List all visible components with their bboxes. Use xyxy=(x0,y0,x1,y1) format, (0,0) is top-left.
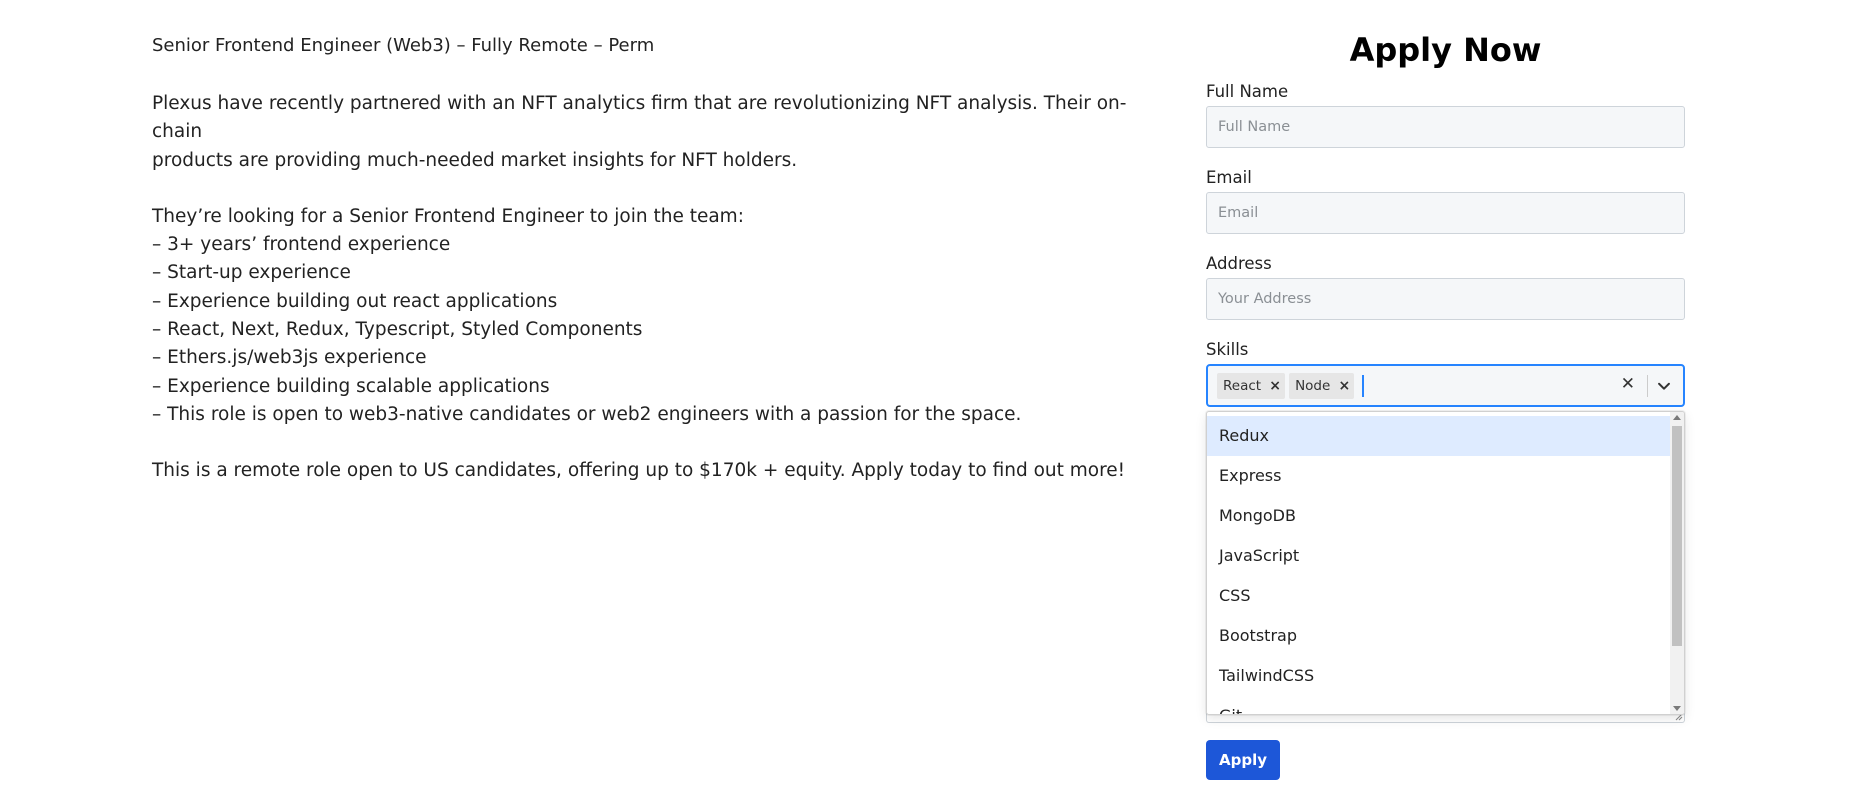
skill-chip-node: Node × xyxy=(1289,372,1355,399)
skills-select[interactable]: React × Node × ✕ xyxy=(1206,364,1685,407)
skill-option[interactable]: Express xyxy=(1207,456,1671,496)
form-title: Apply Now xyxy=(1349,31,1542,69)
skill-chip-label: Node xyxy=(1295,377,1331,394)
apply-button[interactable]: Apply xyxy=(1206,740,1280,780)
skill-chip-label: React xyxy=(1223,377,1262,394)
skill-chip-react: React × xyxy=(1217,372,1286,399)
skills-search-input[interactable] xyxy=(1362,374,1365,397)
skills-group: Skills React × Node × ✕ xyxy=(1206,340,1685,407)
full-name-label: Full Name xyxy=(1206,82,1289,101)
skill-option[interactable]: TailwindCSS xyxy=(1207,656,1671,696)
requirement-item: – React, Next, Redux, Typescript, Styled… xyxy=(152,319,643,341)
requirement-item: – Ethers.js/web3js experience xyxy=(152,347,427,369)
skill-option[interactable]: Redux xyxy=(1207,416,1671,456)
full-name-input[interactable]: Full Name xyxy=(1206,106,1685,148)
skill-option[interactable]: Bootstrap xyxy=(1207,616,1671,656)
skill-option[interactable]: CSS xyxy=(1207,576,1671,616)
job-description: Senior Frontend Engineer (Web3) – Fully … xyxy=(152,34,1162,486)
email-input[interactable]: Email xyxy=(1206,192,1685,234)
scrollbar-thumb[interactable] xyxy=(1672,426,1682,646)
requirement-item: – Experience building out react applicat… xyxy=(152,290,558,312)
intro-line-1: Plexus have recently partnered with an N… xyxy=(152,93,1127,143)
application-form: Apply Now Full Name Full Name Email Emai… xyxy=(1206,28,1685,427)
skills-option-list: Redux Express MongoDB JavaScript CSS Boo… xyxy=(1207,416,1671,714)
address-group: Address Your Address xyxy=(1206,254,1685,320)
address-label: Address xyxy=(1206,254,1272,273)
indicator-separator xyxy=(1647,375,1648,397)
clear-icon[interactable]: ✕ xyxy=(1621,374,1635,394)
intro-line-2: products are providing much-needed marke… xyxy=(152,149,798,171)
chevron-down-icon[interactable] xyxy=(1655,377,1673,395)
full-name-group: Full Name Full Name xyxy=(1206,82,1685,148)
requirement-item: – This role is open to web3-native candi… xyxy=(152,403,1022,425)
skill-option[interactable]: JavaScript xyxy=(1207,536,1671,576)
scroll-up-arrow-icon[interactable] xyxy=(1673,415,1681,420)
job-title: Senior Frontend Engineer (Web3) – Fully … xyxy=(152,35,655,56)
requirement-item: – Experience building scalable applicati… xyxy=(152,375,550,397)
scroll-down-arrow-icon[interactable] xyxy=(1673,706,1681,711)
requirement-item: – Start-up experience xyxy=(152,262,351,284)
x-icon[interactable]: × xyxy=(1334,373,1354,399)
skills-label: Skills xyxy=(1206,340,1249,359)
closing-text: This is a remote role open to US candida… xyxy=(152,460,1126,482)
x-icon[interactable]: × xyxy=(1265,373,1285,399)
dropdown-scrollbar[interactable] xyxy=(1670,412,1684,714)
skill-option[interactable]: Git xyxy=(1207,696,1671,714)
address-input[interactable]: Your Address xyxy=(1206,278,1685,320)
requirements-lead: They’re looking for a Senior Frontend En… xyxy=(152,205,744,227)
skills-dropdown-menu: Redux Express MongoDB JavaScript CSS Boo… xyxy=(1206,411,1685,715)
requirement-item: – 3+ years’ frontend experience xyxy=(152,234,451,256)
email-label: Email xyxy=(1206,168,1252,187)
email-group: Email Email xyxy=(1206,168,1685,234)
skill-option[interactable]: MongoDB xyxy=(1207,496,1671,536)
